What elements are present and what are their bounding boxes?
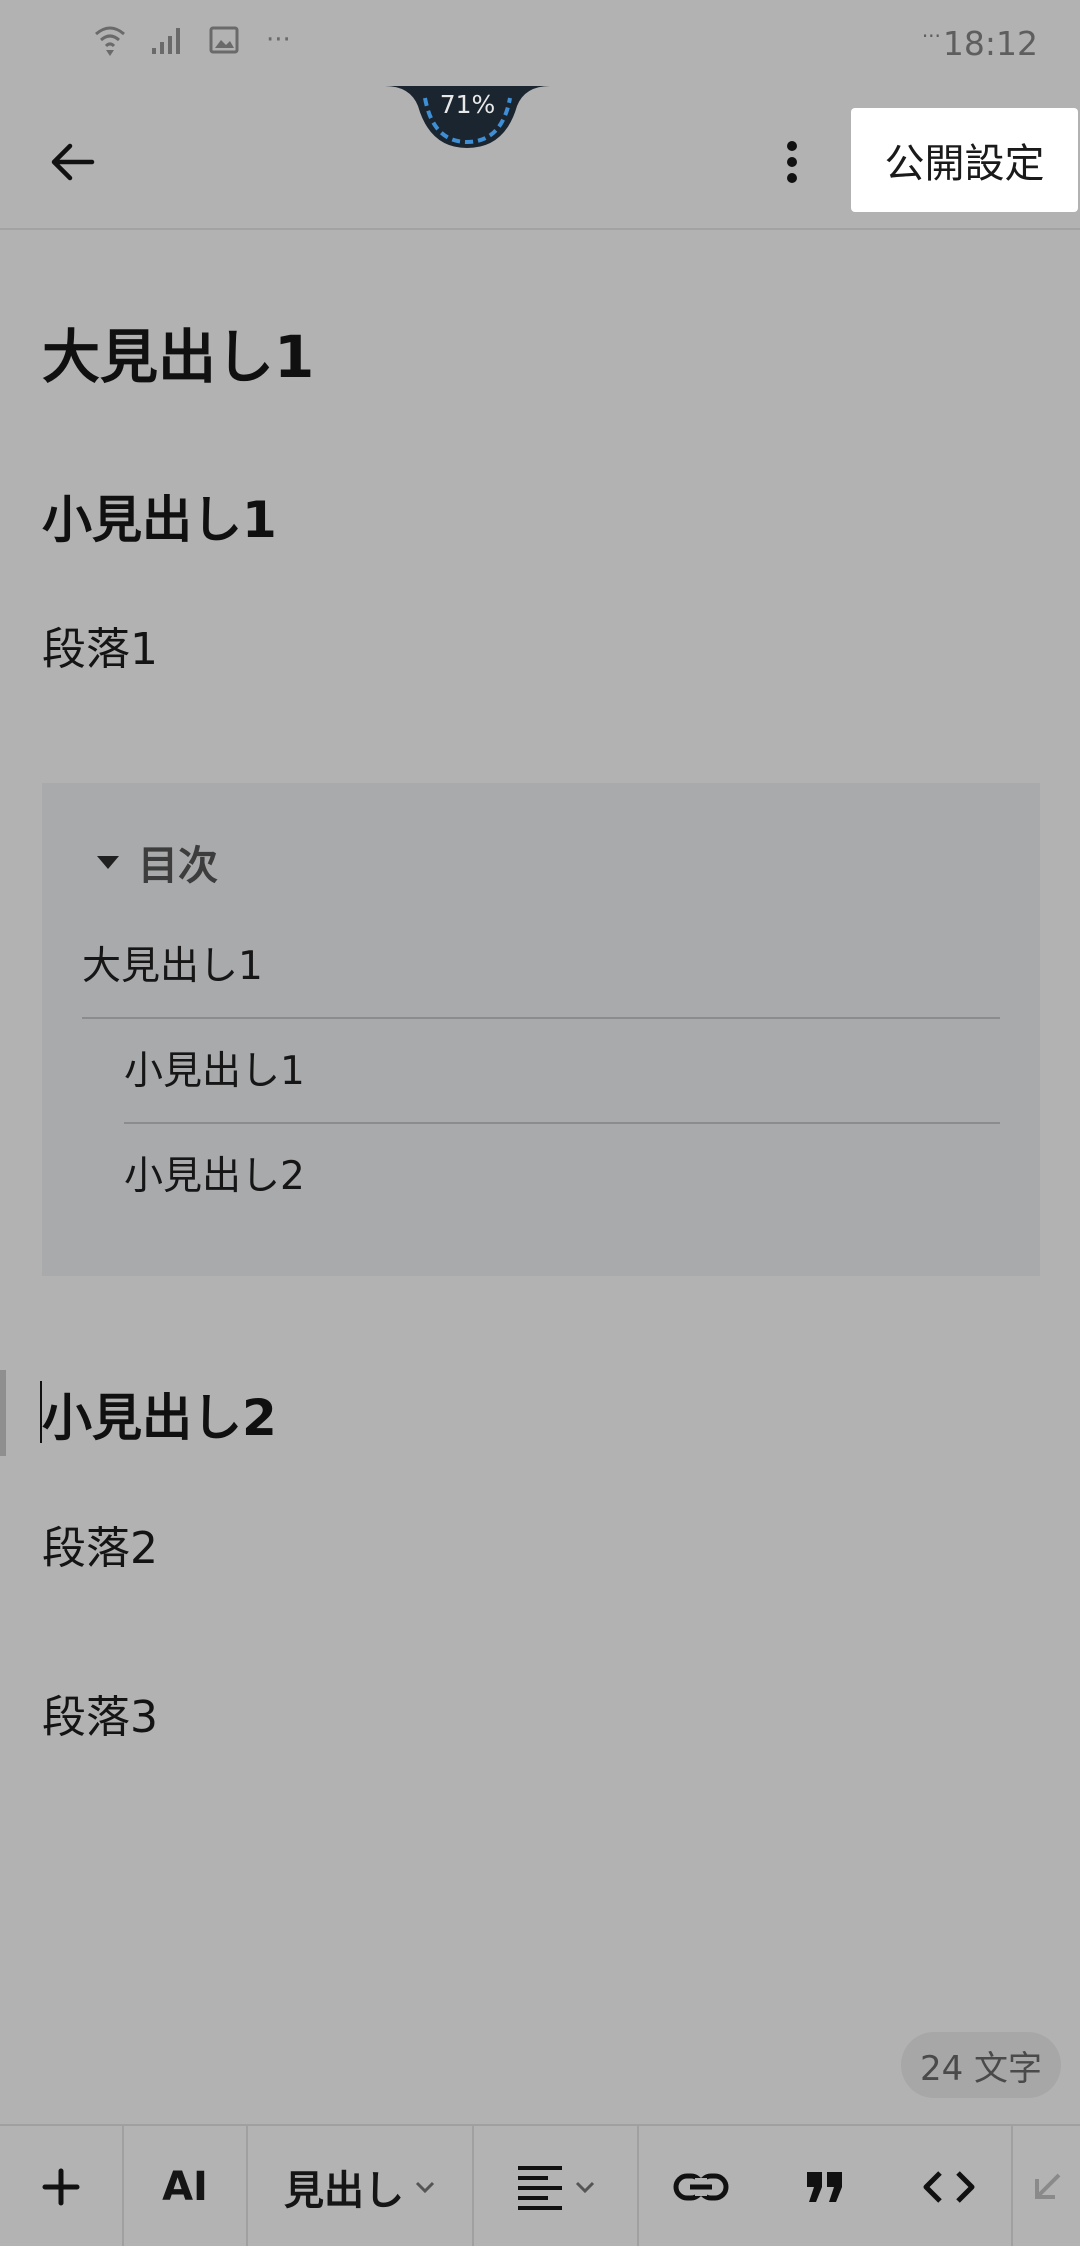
chevron-down-icon	[415, 2181, 435, 2194]
app-bar: 公開設定	[0, 100, 1080, 230]
status-icons: ···	[92, 22, 291, 58]
toc-item[interactable]: 小見出し1	[124, 1040, 305, 1096]
toc-item[interactable]: 大見出し1	[82, 935, 263, 991]
ai-label: AI	[162, 2164, 208, 2210]
link-icon	[673, 2173, 729, 2201]
toc-divider	[82, 1017, 1000, 1019]
toc-item[interactable]: 小見出し2	[124, 1145, 305, 1201]
signal-icon	[150, 24, 186, 56]
collapse-keyboard-button[interactable]	[1011, 2126, 1080, 2246]
heading-label: 見出し	[284, 2168, 404, 2214]
wifi-icon	[92, 22, 128, 58]
align-left-icon	[517, 2166, 562, 2210]
caret-down-icon	[97, 856, 119, 869]
heading-dropdown[interactable]: 見出し	[248, 2126, 474, 2246]
character-count: 24 文字	[901, 2032, 1061, 2098]
paragraph-1[interactable]: 段落1	[42, 613, 158, 677]
toc-header[interactable]: 目次	[94, 833, 218, 891]
toc-title: 目次	[138, 843, 218, 889]
heading-small-1[interactable]: 小見出し1	[42, 480, 277, 552]
quote-button[interactable]	[763, 2126, 887, 2246]
heading-large-1[interactable]: 大見出し1	[42, 310, 314, 394]
arrow-left-icon	[51, 143, 95, 181]
table-of-contents[interactable]: 目次 大見出し1 小見出し1 小見出し2	[42, 783, 1040, 1276]
quote-icon	[807, 2172, 842, 2202]
status-time: ···18:12	[922, 24, 1038, 63]
back-button[interactable]	[40, 130, 104, 194]
status-bar: ··· ···18:12	[0, 0, 1080, 90]
active-block-indicator	[0, 1370, 6, 1456]
formatting-toolbar: AI 見出し	[0, 2124, 1080, 2246]
align-dropdown[interactable]	[474, 2126, 639, 2246]
link-button[interactable]	[639, 2126, 763, 2246]
keyboard-hide-icon	[1034, 2173, 1060, 2199]
heading-small-2[interactable]: 小見出し2	[42, 1378, 277, 1450]
ai-button[interactable]: AI	[124, 2126, 248, 2246]
plus-icon	[42, 2168, 80, 2206]
time-value: 18:12	[942, 24, 1038, 63]
image-icon	[208, 24, 240, 56]
status-more-indicator: ···	[266, 25, 291, 55]
publish-settings-button[interactable]: 公開設定	[851, 108, 1078, 212]
code-button[interactable]	[887, 2126, 1011, 2246]
time-prefix: ···	[921, 24, 941, 48]
paragraph-3[interactable]: 段落3	[42, 1681, 158, 1745]
chevron-down-icon	[575, 2181, 594, 2194]
paragraph-2[interactable]: 段落2	[42, 1512, 158, 1576]
code-icon	[923, 2171, 975, 2203]
toc-divider	[124, 1122, 1000, 1124]
add-block-button[interactable]	[0, 2126, 124, 2246]
more-options-button[interactable]	[768, 130, 816, 194]
text-cursor	[40, 1381, 42, 1443]
more-vertical-icon	[787, 141, 797, 183]
